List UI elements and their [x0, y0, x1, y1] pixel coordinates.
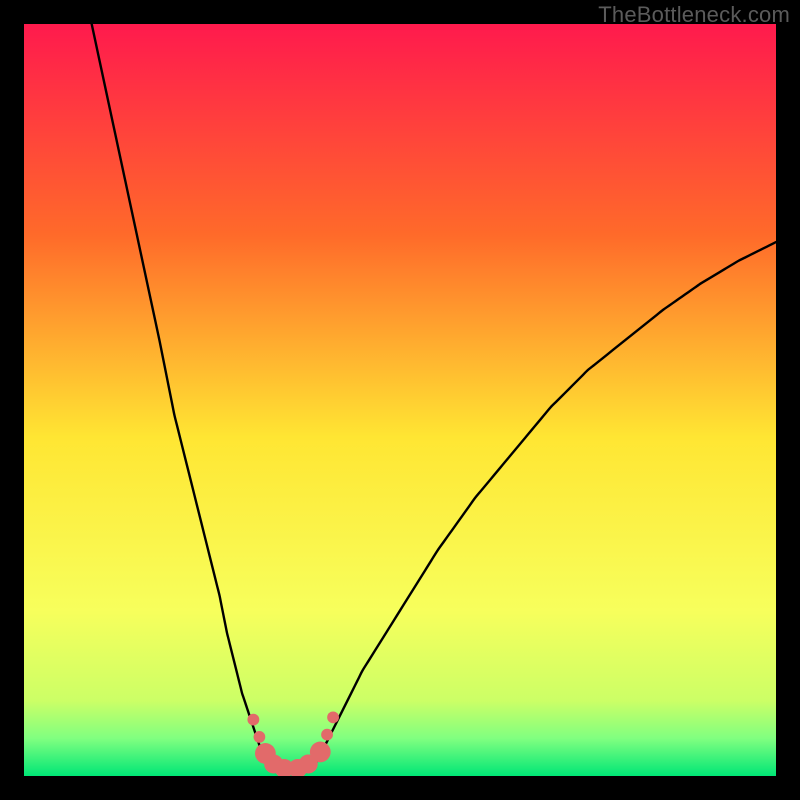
watermark-text: TheBottleneck.com [598, 2, 790, 28]
marker-dot [327, 711, 339, 723]
plot-area [24, 24, 776, 776]
chart-container: TheBottleneck.com [0, 0, 800, 800]
marker-dot [247, 714, 259, 726]
marker-dot [321, 729, 333, 741]
marker-dot [253, 731, 265, 743]
marker-dot [310, 742, 331, 763]
chart-svg [24, 24, 776, 776]
gradient-background [24, 24, 776, 776]
